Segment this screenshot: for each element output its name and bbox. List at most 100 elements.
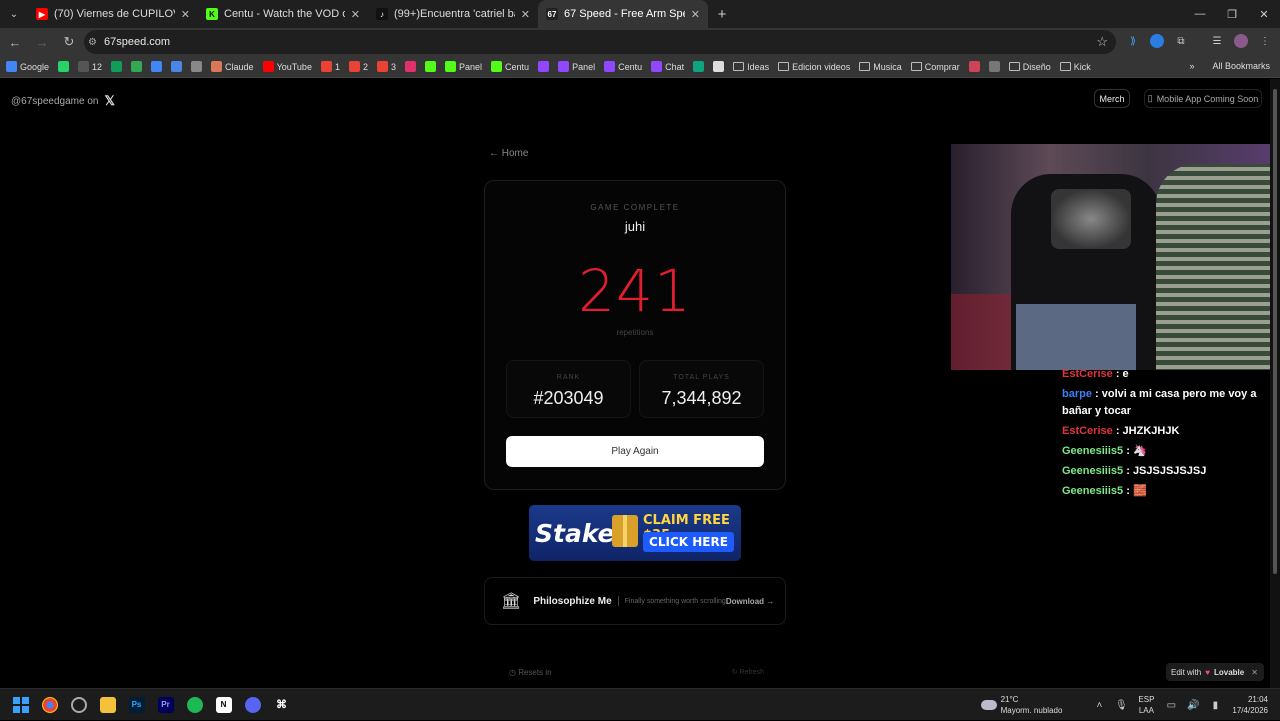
bookmark-item[interactable] <box>405 61 416 72</box>
bookmark-star-icon[interactable]: ☆ <box>1096 34 1108 50</box>
taskbar-capcut[interactable]: ⌘ <box>267 689 296 721</box>
chat-text: : 🦄 <box>1126 445 1147 457</box>
volume-icon[interactable]: 🔊 <box>1182 700 1204 711</box>
scrollbar-thumb[interactable] <box>1273 89 1277 574</box>
new-tab-button[interactable]: + <box>708 6 736 23</box>
total-plays-label: TOTAL PLAYS <box>673 374 730 381</box>
play-again-button[interactable]: Play Again <box>506 436 764 467</box>
taskbar-app[interactable] <box>64 689 93 721</box>
minimize-icon[interactable]: — <box>1184 0 1216 28</box>
taskbar-notion[interactable]: N <box>209 689 238 721</box>
home-link[interactable]: ← Home <box>489 148 528 159</box>
tray-overflow-icon[interactable]: ˄ <box>1088 700 1110 711</box>
bookmark-folder[interactable]: Comprar <box>910 62 960 72</box>
bookmarks-overflow-icon[interactable]: » <box>1189 61 1194 71</box>
bookmark-item[interactable] <box>425 61 436 72</box>
taskbar-spotify[interactable] <box>180 689 209 721</box>
chat-message: barpe : volvi a mi casa pero me voy a ba… <box>1062 386 1267 420</box>
bookmark-item[interactable] <box>191 61 203 72</box>
bookmark-folder[interactable]: Musica <box>859 62 902 72</box>
bookmark-item[interactable]: Chat <box>651 61 684 72</box>
bookmark-folder[interactable]: Kick <box>1059 62 1091 72</box>
language-indicator[interactable]: ESP LAA <box>1138 694 1154 716</box>
philosophize-me-promo[interactable]: 🏛 Philosophize Me Finally something wort… <box>484 577 786 625</box>
edit-with-lovable-badge[interactable]: Edit with ♥ Lovable ✕ <box>1166 663 1264 681</box>
page-scrollbar[interactable] <box>1270 79 1280 688</box>
tab-search-icon[interactable]: ⌄ <box>0 0 28 28</box>
bookmark-item[interactable] <box>968 61 980 72</box>
tab-title: (70) Viernes de CUPILOVE con l <box>54 8 175 20</box>
taskbar-photoshop[interactable]: Ps <box>122 689 151 721</box>
taskbar-discord[interactable] <box>238 689 267 721</box>
bookmark-item[interactable] <box>988 61 1000 72</box>
stake-ad-banner[interactable]: Stake CLAIM FREE $35 CLICK HERE <box>529 505 741 561</box>
tab-close-icon[interactable]: ✕ <box>351 8 360 21</box>
profile-avatar[interactable] <box>1234 34 1248 48</box>
bookmark-item[interactable]: 2 <box>348 61 368 72</box>
taskbar-chrome[interactable] <box>35 689 64 721</box>
weather-widget[interactable]: 21°C Mayorm. nublado <box>980 694 1062 716</box>
reload-icon[interactable]: ↻ <box>57 34 81 50</box>
bookmark-item[interactable] <box>713 61 725 72</box>
tab-close-icon[interactable]: ✕ <box>521 8 530 21</box>
refresh-button[interactable]: ↻ Refresh <box>732 668 764 676</box>
bookmark-item[interactable]: Panel <box>558 61 595 72</box>
extensions-puzzle-icon[interactable]: ⧉ <box>1174 34 1188 48</box>
bookmark-item[interactable]: 12 <box>78 61 102 72</box>
bookmark-item[interactable] <box>58 61 70 72</box>
close-icon[interactable]: ✕ <box>1251 668 1258 677</box>
bookmark-item[interactable] <box>693 61 705 72</box>
battery-icon[interactable]: ▮ <box>1204 700 1226 711</box>
taskbar-explorer[interactable] <box>93 689 122 721</box>
bookmark-item[interactable]: Panel <box>445 61 482 72</box>
bookmark-item[interactable] <box>538 61 550 72</box>
network-icon[interactable]: ▭ <box>1160 700 1182 711</box>
bookmark-item[interactable] <box>151 61 163 72</box>
bookmark-folder[interactable]: Diseño <box>1008 62 1051 72</box>
browser-tab[interactable]: ♪ (99+)Encuentra 'catriel batalla d ✕ <box>368 0 538 28</box>
app-icon <box>70 696 87 713</box>
window-controls: — ❐ ✕ <box>1184 0 1280 28</box>
tab-close-icon[interactable]: ✕ <box>181 8 190 21</box>
maximize-icon[interactable]: ❐ <box>1216 0 1248 28</box>
site-info-icon[interactable]: ⚙ <box>88 37 97 48</box>
clock[interactable]: 21:04 17/4/2026 <box>1232 694 1268 716</box>
bookmark-item[interactable] <box>171 61 183 72</box>
address-bar[interactable]: ⚙ 67speed.com ☆ <box>84 30 1116 54</box>
bookmark-folder[interactable]: Edicion videos <box>778 62 850 72</box>
menu-dots-icon[interactable]: ⋮ <box>1258 34 1272 48</box>
promo-download-link[interactable]: Download → <box>726 597 774 606</box>
start-button[interactable] <box>6 689 35 721</box>
bookmark-item[interactable] <box>131 61 143 72</box>
bookmark-item[interactable]: Google <box>6 61 49 72</box>
reading-list-icon[interactable]: ☰ <box>1210 34 1224 48</box>
social-link[interactable]: @67speedgame on 𝕏 <box>11 93 115 109</box>
bookmark-item[interactable]: 1 <box>320 61 340 72</box>
bookmark-folder[interactable]: Ideas <box>733 62 769 72</box>
extension-icon[interactable]: ⟫ <box>1126 34 1140 48</box>
microphone-icon[interactable]: 🎙 <box>1110 700 1132 711</box>
browser-tab[interactable]: K Centu - Watch the VOD on Kick ✕ <box>198 0 368 28</box>
close-window-icon[interactable]: ✕ <box>1248 0 1280 28</box>
forward-icon[interactable]: → <box>30 35 54 50</box>
bookmark-item[interactable]: Claude <box>211 61 254 72</box>
bookmark-label: Claude <box>225 61 254 72</box>
bookmarks-bar: Google 12 Claude YouTube 1 2 3 Panel Centu Panel C… <box>0 56 1280 78</box>
chat-username: EstCerise <box>1062 368 1113 380</box>
back-icon[interactable]: ← <box>3 35 27 50</box>
phone-icon: ▯ <box>1147 93 1153 103</box>
bookmark-item[interactable]: Centu <box>491 61 529 72</box>
bookmark-item[interactable] <box>111 61 123 72</box>
ad-click-here[interactable]: CLICK HERE <box>643 532 734 552</box>
extension-icon[interactable] <box>1150 34 1164 48</box>
bookmark-label: Panel <box>459 61 483 72</box>
browser-tab[interactable]: 67 67 Speed - Free Arm Speed Ch ✕ <box>538 0 708 28</box>
browser-tab[interactable]: ▶ (70) Viernes de CUPILOVE con l ✕ <box>28 0 198 28</box>
merch-button[interactable]: Merch <box>1094 89 1130 108</box>
bookmark-item[interactable]: 3 <box>376 61 396 72</box>
bookmark-item[interactable]: Centu <box>604 61 642 72</box>
tab-close-icon[interactable]: ✕ <box>691 8 700 21</box>
bookmark-item[interactable]: YouTube <box>262 61 312 72</box>
taskbar-premiere[interactable]: Pr <box>151 689 180 721</box>
all-bookmarks[interactable]: All Bookmarks <box>1212 61 1270 71</box>
